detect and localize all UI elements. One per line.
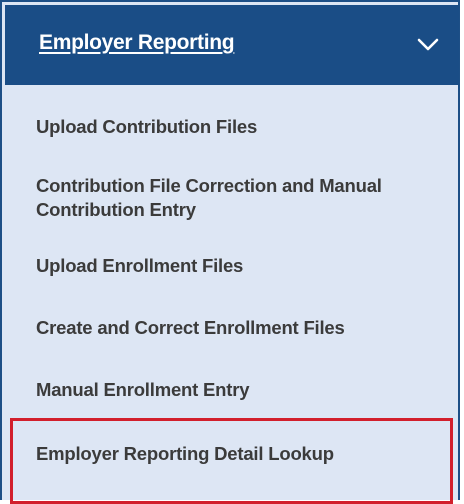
menu-item-upload-contribution-files[interactable]: Upload Contribution Files: [36, 115, 436, 139]
menu-item-manual-enrollment-entry[interactable]: Manual Enrollment Entry: [36, 378, 436, 402]
menu-item-employer-reporting-detail-lookup[interactable]: Employer Reporting Detail Lookup: [36, 442, 436, 466]
menu-item-upload-enrollment-files[interactable]: Upload Enrollment Files: [36, 254, 436, 278]
employer-reporting-menu: Employer Reporting Upload Contribution F…: [0, 0, 460, 500]
menu-item-contribution-file-correction[interactable]: Contribution File Correction and Manual …: [36, 174, 436, 222]
menu-header-title[interactable]: Employer Reporting: [39, 31, 235, 55]
menu-header[interactable]: Employer Reporting: [5, 5, 459, 85]
menu-item-create-correct-enrollment-files[interactable]: Create and Correct Enrollment Files: [36, 316, 436, 340]
chevron-down-icon[interactable]: [413, 30, 443, 60]
